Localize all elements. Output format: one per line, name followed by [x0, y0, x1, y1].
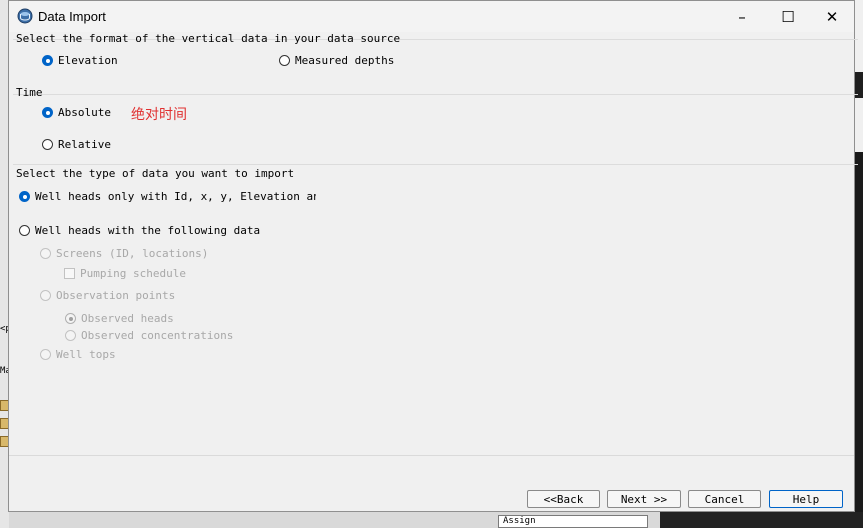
help-button[interactable]: Help — [769, 490, 843, 508]
data-import-app-icon — [17, 8, 33, 24]
cancel-button[interactable]: Cancel — [688, 490, 761, 508]
radio-heads-only-clip: Well heads only with Id, x, y, Elevation… — [19, 187, 316, 205]
radio-heads-only-indicator[interactable] — [19, 191, 30, 202]
window-title: Data Import — [38, 9, 106, 24]
minimize-icon: – — [738, 7, 746, 26]
radio-observation-points[interactable]: Observation points — [40, 289, 175, 302]
radio-observation-points-label: Observation points — [56, 289, 176, 302]
maximize-icon: ☐ — [781, 7, 795, 26]
radio-elevation[interactable]: Elevation — [42, 54, 118, 67]
maximize-button[interactable]: ☐ — [765, 1, 811, 32]
radio-heads-only-label: Well heads only with Id, x, y, Elevation… — [35, 190, 316, 203]
radio-relative-label: Relative — [58, 138, 111, 151]
time-label: Time — [16, 86, 43, 99]
radio-elevation-label: Elevation — [58, 54, 118, 67]
checkbox-pumping-schedule-box[interactable] — [64, 268, 75, 279]
radio-observed-concentrations-indicator[interactable] — [65, 330, 76, 341]
radio-observed-heads-indicator[interactable] — [65, 313, 76, 324]
close-icon: ✕ — [825, 7, 839, 26]
vertical-format-label: Select the format of the vertical data i… — [16, 32, 401, 45]
radio-heads-with-data[interactable]: Well heads with the following data — [19, 224, 260, 237]
radio-observed-concentrations[interactable]: Observed concentrations — [65, 329, 233, 342]
radio-observed-concentrations-label: Observed concentrations — [81, 329, 234, 342]
background-dark-block — [660, 512, 863, 528]
absolute-time-annotation: 绝对时间 — [131, 107, 187, 123]
group-separator — [13, 94, 858, 95]
radio-measured-depths[interactable]: Measured depths — [279, 54, 394, 67]
radio-well-tops-indicator[interactable] — [40, 349, 51, 360]
group-separator — [13, 164, 858, 165]
radio-observed-heads-label: Observed heads — [81, 312, 174, 325]
radio-elevation-indicator[interactable] — [42, 55, 53, 66]
back-button[interactable]: <<Back — [527, 490, 600, 508]
radio-relative-indicator[interactable] — [42, 139, 53, 150]
close-button[interactable]: ✕ — [809, 1, 855, 32]
data-import-dialog: Data Import – ☐ ✕ Select the format of t… — [8, 0, 858, 512]
radio-screens-label: Screens (ID, locations) — [56, 247, 209, 260]
background-assign-field: Assign — [498, 515, 648, 528]
radio-heads-only[interactable]: Well heads only with Id, x, y, Elevation… — [19, 190, 316, 203]
radio-relative[interactable]: Relative — [42, 138, 111, 151]
checkbox-pumping-schedule[interactable]: Pumping schedule — [64, 267, 186, 280]
radio-measured-depths-indicator[interactable] — [279, 55, 290, 66]
minimize-button[interactable]: – — [719, 1, 765, 32]
radio-measured-depths-label: Measured depths — [295, 54, 395, 67]
checkbox-pumping-schedule-label: Pumping schedule — [80, 267, 186, 280]
title-bar[interactable]: Data Import – ☐ ✕ — [9, 1, 854, 32]
radio-well-tops[interactable]: Well tops — [40, 348, 116, 361]
radio-absolute[interactable]: Absolute — [42, 106, 111, 119]
radio-absolute-label: Absolute — [58, 106, 111, 119]
radio-well-tops-label: Well tops — [56, 348, 116, 361]
next-button[interactable]: Next >> — [607, 490, 681, 508]
radio-observed-heads[interactable]: Observed heads — [65, 312, 174, 325]
radio-heads-with-data-indicator[interactable] — [19, 225, 30, 236]
radio-heads-with-data-label: Well heads with the following data — [35, 224, 261, 237]
footer-separator — [9, 455, 854, 456]
radio-screens-indicator[interactable] — [40, 248, 51, 259]
background-dark-block — [855, 152, 863, 528]
radio-observation-points-indicator[interactable] — [40, 290, 51, 301]
radio-absolute-indicator[interactable] — [42, 107, 53, 118]
radio-screens[interactable]: Screens (ID, locations) — [40, 247, 208, 260]
data-type-label: Select the type of data you want to impo… — [16, 167, 295, 180]
